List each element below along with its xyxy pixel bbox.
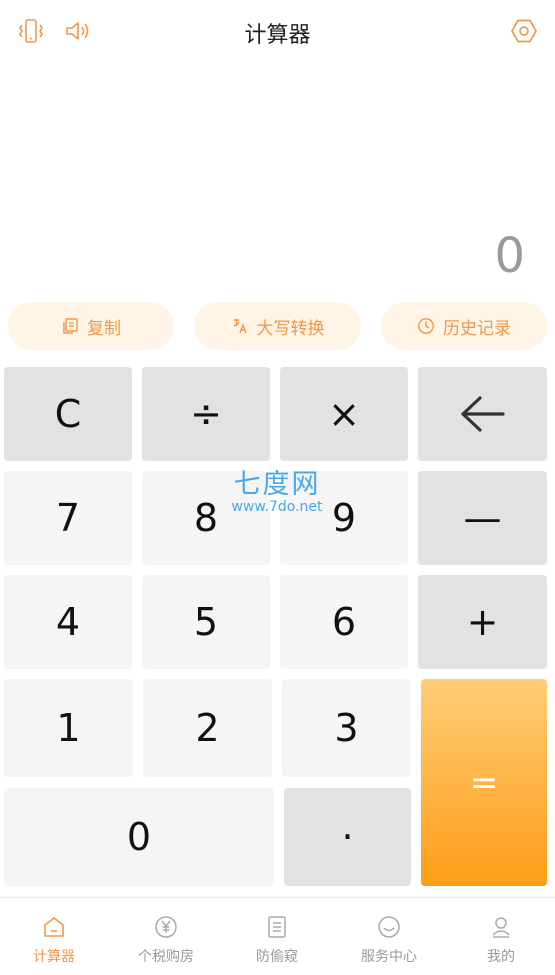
- tab-mine[interactable]: 我的: [456, 914, 546, 966]
- clock-icon: [418, 318, 434, 334]
- copy-icon: [63, 318, 78, 334]
- settings-hexagon-icon[interactable]: [509, 16, 539, 46]
- two-key[interactable]: 2: [143, 679, 272, 777]
- uppercase-convert-label: 大写转换: [256, 318, 325, 339]
- tab-label: 我的: [487, 949, 515, 965]
- multiply-key[interactable]: ×: [280, 367, 408, 461]
- yen-icon: [155, 916, 177, 938]
- translate-icon: [233, 319, 247, 334]
- header-bar: 计算器: [0, 0, 555, 64]
- tab-calculator[interactable]: 计算器: [9, 914, 99, 966]
- six-key[interactable]: 6: [280, 575, 408, 669]
- minus-key[interactable]: —: [418, 471, 547, 565]
- home-icon: [44, 917, 64, 937]
- document-icon: [268, 916, 286, 938]
- uppercase-convert-button[interactable]: 大写转换: [194, 302, 361, 350]
- history-button[interactable]: 历史记录: [381, 302, 547, 350]
- history-label: 历史记录: [443, 318, 511, 339]
- service-icon: [378, 916, 400, 938]
- backspace-key[interactable]: [418, 367, 547, 461]
- five-key[interactable]: 5: [142, 575, 270, 669]
- bottom-tab-bar: 计算器 个税购房 防偷窥 服务中心 我的: [0, 897, 555, 975]
- equals-key[interactable]: =: [421, 679, 547, 886]
- result-display: 0: [494, 228, 525, 284]
- three-key[interactable]: 3: [282, 679, 411, 777]
- tab-label: 计算器: [33, 949, 75, 965]
- tab-tax-housing[interactable]: 个税购房: [121, 914, 211, 966]
- plus-key[interactable]: +: [418, 575, 547, 669]
- eight-key[interactable]: 8: [142, 471, 270, 565]
- zero-key[interactable]: 0: [4, 788, 274, 886]
- tab-label: 个税购房: [138, 949, 194, 965]
- seven-key[interactable]: 7: [4, 471, 132, 565]
- divide-key[interactable]: ÷: [142, 367, 270, 461]
- copy-label: 复制: [87, 318, 121, 339]
- copy-button[interactable]: 复制: [8, 302, 174, 350]
- tab-anti-peep[interactable]: 防偷窥: [232, 914, 322, 966]
- user-icon: [492, 917, 510, 938]
- tab-service-center[interactable]: 服务中心: [344, 914, 434, 966]
- decimal-key[interactable]: ·: [284, 788, 411, 886]
- four-key[interactable]: 4: [4, 575, 132, 669]
- backspace-arrow-icon: [460, 396, 505, 432]
- clear-key[interactable]: C: [4, 367, 132, 461]
- nine-key[interactable]: 9: [280, 471, 408, 565]
- tab-label: 服务中心: [361, 949, 417, 965]
- tab-label: 防偷窥: [256, 949, 298, 965]
- page-title: 计算器: [244, 23, 311, 48]
- one-key[interactable]: 1: [4, 679, 133, 777]
